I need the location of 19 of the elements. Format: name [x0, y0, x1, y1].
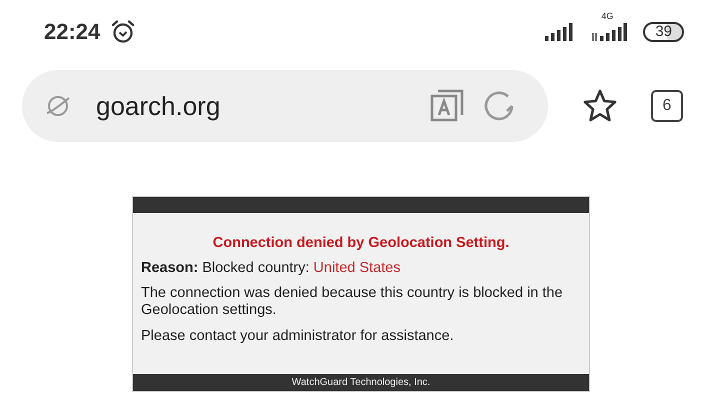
- network-type-label: 4G: [601, 11, 614, 21]
- contact-message: Please contact your administrator for assistance.: [141, 328, 455, 345]
- url-text[interactable]: goarch.org: [96, 90, 220, 122]
- star-icon[interactable]: [582, 88, 618, 124]
- error-title: Connection denied by Geolocation Setting.: [212, 235, 510, 251]
- reload-icon[interactable]: [482, 89, 516, 123]
- reader-mode-icon[interactable]: [430, 89, 464, 123]
- clock-time: 22:24: [44, 19, 100, 45]
- address-bar[interactable]: goarch.org: [22, 70, 548, 142]
- battery-indicator: 39: [643, 22, 684, 42]
- signal-icon: [591, 23, 628, 41]
- country-name: United States: [313, 260, 400, 276]
- tab-count-button[interactable]: 6: [651, 90, 683, 122]
- alarm-clock-icon: [110, 19, 136, 45]
- error-message: The connection was denied because this country is blocked in the Geolocation settings.: [141, 285, 564, 319]
- reason-label: Reason:: [141, 260, 198, 276]
- reason-text: Blocked country:: [202, 260, 310, 276]
- footer-text: WatchGuard Technologies, Inc.: [133, 374, 589, 391]
- signal-icon: [545, 23, 574, 41]
